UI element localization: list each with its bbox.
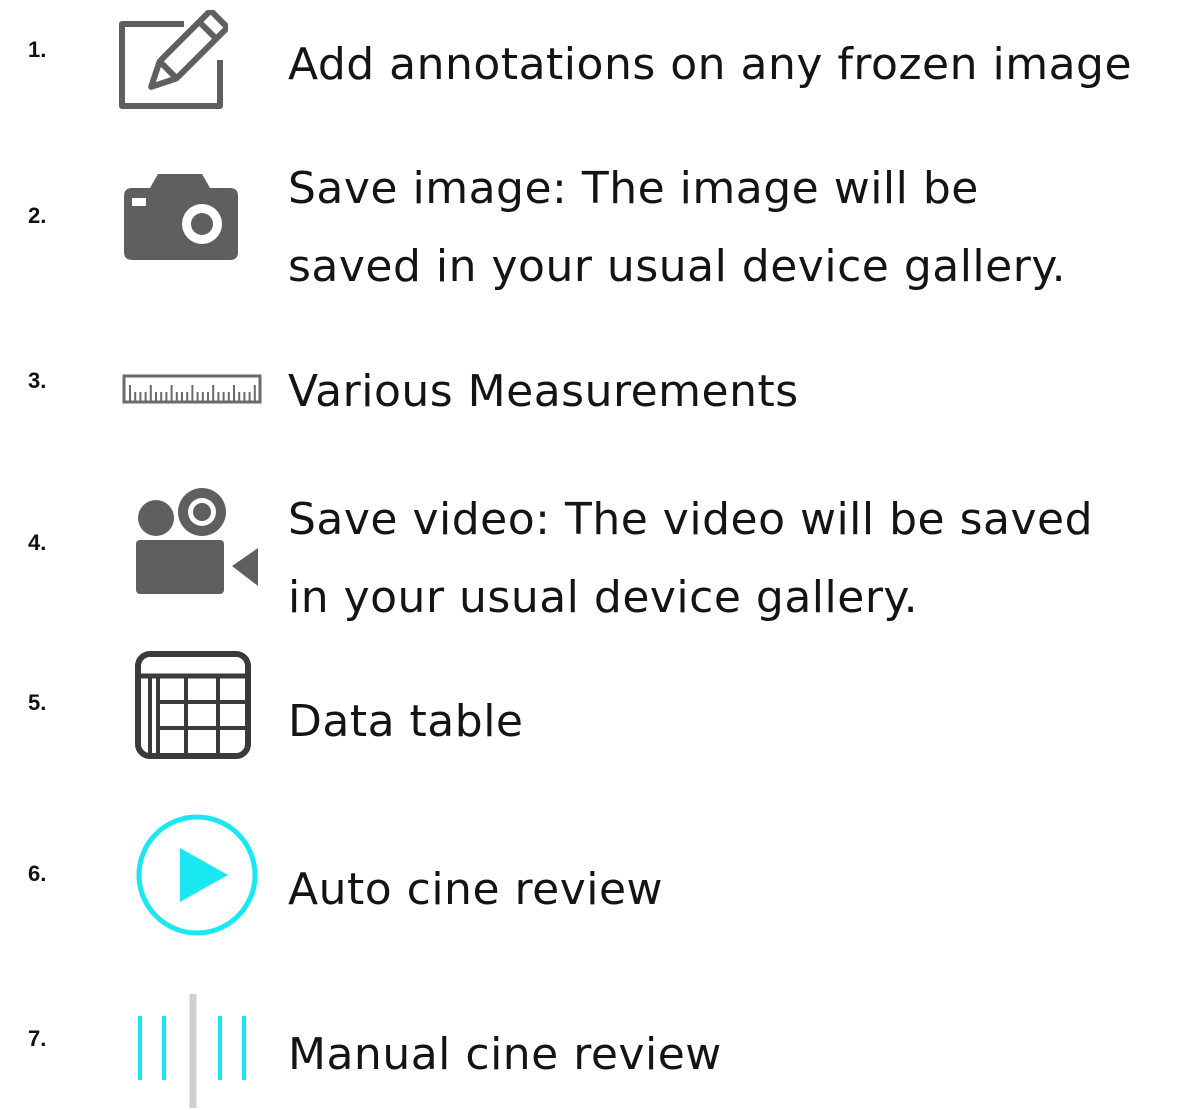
item-text-1: Add annotations on any frozen image <box>288 39 1133 90</box>
play-circle-icon[interactable] <box>134 812 260 938</box>
item-text-5: Data table <box>288 696 524 747</box>
item-number-5: 5. <box>28 690 47 715</box>
manual-cine-bars-icon[interactable] <box>132 990 254 1110</box>
item-number-6: 6. <box>28 861 47 886</box>
item-text-2: Save image: The image will be saved in y… <box>288 163 1067 292</box>
item-text-4: Save video: The video will be saved in y… <box>288 494 1094 623</box>
item-text-7: Manual cine review <box>288 1029 722 1080</box>
table-icon <box>135 651 251 759</box>
item-text-3: Various Measurements <box>288 366 799 417</box>
ruler-icon <box>122 374 262 404</box>
pencil-edit-icon <box>119 10 228 109</box>
item-text-6: Auto cine review <box>288 864 664 915</box>
item-number-1: 1. <box>28 37 47 62</box>
item-number-3: 3. <box>28 368 47 393</box>
item-number-2: 2. <box>28 203 47 228</box>
video-camera-icon <box>136 488 258 594</box>
item-number-4: 4. <box>28 530 47 555</box>
camera-icon <box>124 174 238 260</box>
item-number-7: 7. <box>28 1026 47 1051</box>
